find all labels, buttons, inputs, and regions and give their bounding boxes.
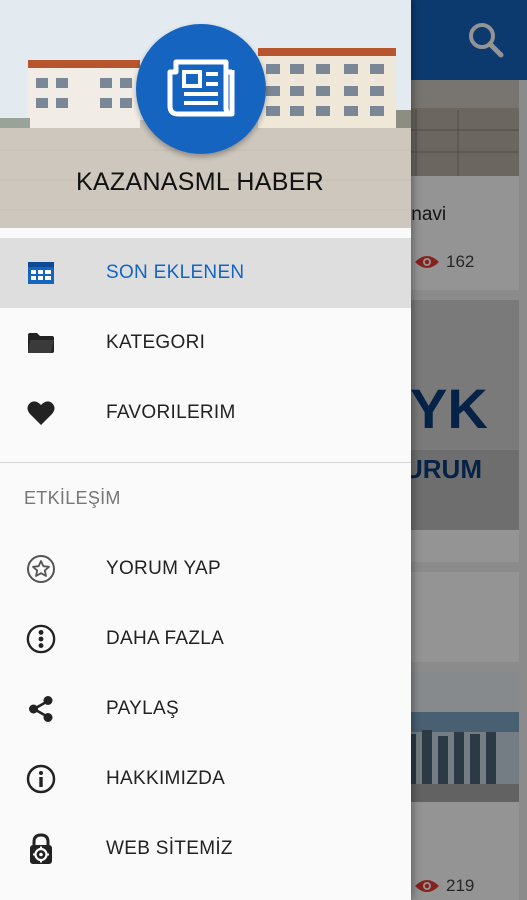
drawer-header: KAZANASML HABER	[0, 0, 411, 228]
newspaper-icon	[167, 59, 235, 117]
lock-gear-icon	[26, 833, 56, 864]
nav-label: SON EKLENEN	[106, 262, 245, 283]
nav-item-son-eklenen[interactable]: SON EKLENEN	[0, 238, 411, 308]
share-icon	[26, 694, 56, 724]
heart-icon	[26, 398, 56, 428]
divider	[0, 462, 411, 463]
navigation-drawer: KAZANASML HABER SON EKLENEN KATEGORI FAV…	[0, 0, 411, 900]
nav-item-daha-fazla[interactable]: DAHA FAZLA	[0, 604, 411, 674]
nav-item-kategori[interactable]: KATEGORI	[0, 308, 411, 378]
nav-item-web-sitemiz[interactable]: WEB SİTEMİZ	[0, 814, 411, 884]
nav-label: FAVORILERIM	[106, 402, 236, 423]
section-title: ETKİLEŞİM	[24, 488, 121, 508]
nav-label: HAKKIMIZDA	[106, 768, 226, 789]
more-vert-circle-icon	[26, 624, 56, 654]
app-title: KAZANASML HABER	[75, 168, 325, 196]
calendar-icon	[26, 258, 56, 288]
secondary-nav: YORUM YAP DAHA FAZLA PAYLAŞ HAKKIMIZDA W…	[0, 534, 411, 884]
nav-item-yorum-yap[interactable]: YORUM YAP	[0, 534, 411, 604]
nav-label: KATEGORI	[106, 332, 206, 353]
app-logo	[136, 24, 266, 154]
primary-nav: SON EKLENEN KATEGORI FAVORILERIM	[0, 238, 411, 448]
nav-item-hakkimizda[interactable]: HAKKIMIZDA	[0, 744, 411, 814]
nav-label: PAYLAŞ	[106, 698, 179, 719]
star-circle-icon	[26, 554, 56, 584]
folder-icon	[26, 328, 56, 358]
nav-item-favorilerim[interactable]: FAVORILERIM	[0, 378, 411, 448]
nav-label: DAHA FAZLA	[106, 628, 225, 649]
nav-item-paylas[interactable]: PAYLAŞ	[0, 674, 411, 744]
nav-label: WEB SİTEMİZ	[106, 838, 233, 859]
info-icon	[26, 764, 56, 794]
nav-label: YORUM YAP	[106, 558, 221, 579]
